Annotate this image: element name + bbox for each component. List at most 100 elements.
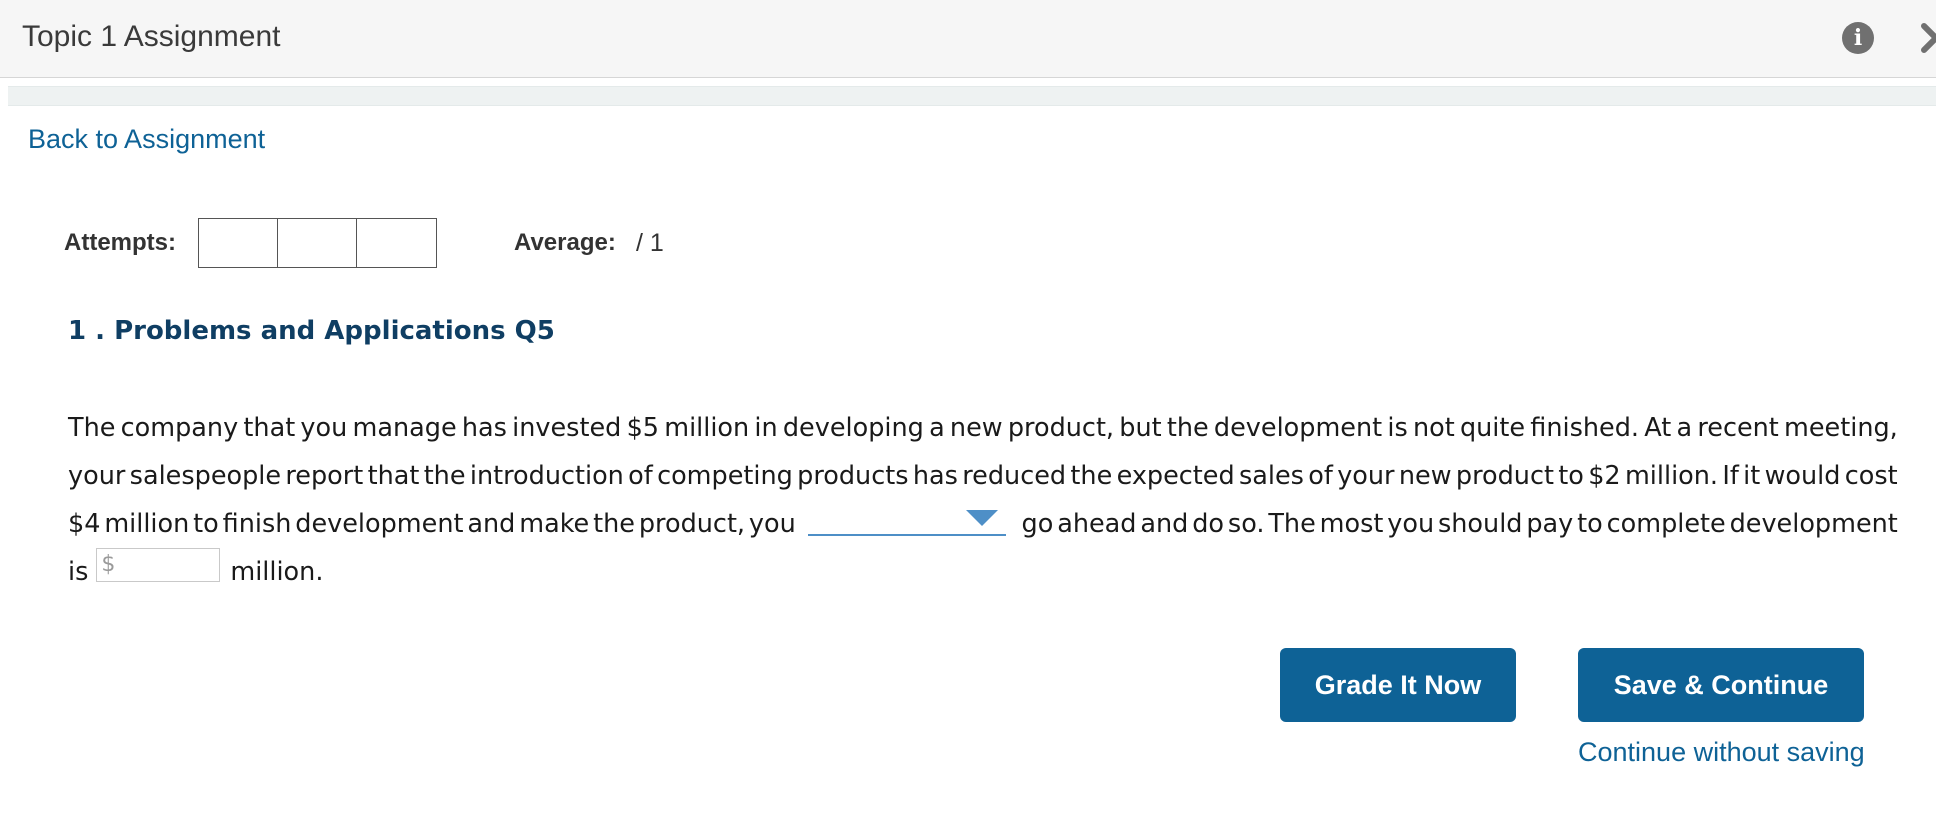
question-word: If [1722, 461, 1739, 491]
question-word: quite [1459, 413, 1526, 443]
question-word: so. [1227, 509, 1265, 539]
question-word: would [1764, 461, 1841, 491]
question-word: salespeople [129, 461, 282, 491]
question-word: product, [638, 509, 746, 539]
question-word: $5 [626, 413, 660, 443]
question-word: product [1455, 461, 1554, 491]
answer-dropdown[interactable] [807, 500, 1006, 536]
question-line-3: $4 million to finish development and make the pr… [68, 500, 1898, 548]
question-word: reduced [962, 461, 1067, 491]
question-word: should [1437, 509, 1523, 539]
money-input[interactable]: $ [96, 548, 221, 582]
question-title: 1 . Problems and Applications Q5 [68, 316, 555, 346]
question-word: development [295, 509, 464, 539]
average-value: / 1 [636, 229, 664, 257]
average-label: Average: [514, 229, 616, 256]
window-title: Topic 1 Assignment [22, 20, 281, 53]
save-and-continue-button[interactable]: Save & Continue [1578, 648, 1864, 722]
question-word: and [1140, 509, 1189, 539]
question-word: that [243, 413, 296, 443]
question-word: development [1729, 509, 1898, 539]
question-word: At [1644, 413, 1672, 443]
attempt-boxes [198, 218, 437, 268]
question-word: the [423, 461, 466, 491]
question-text-segment: is [68, 557, 89, 587]
question-word: the [593, 509, 635, 539]
close-icon[interactable] [1918, 20, 1936, 56]
question-word: make [519, 509, 590, 539]
question-word: invested [512, 413, 622, 443]
question-word: your [1337, 461, 1395, 491]
question-word: meeting, [1784, 413, 1898, 443]
question-word: has [912, 461, 958, 491]
question-word: finished. [1530, 413, 1640, 443]
question-word: a [929, 413, 945, 443]
question-word: not [1412, 413, 1455, 443]
question-word: products [797, 461, 909, 491]
question-word: in [754, 413, 778, 443]
question-text: The company that you manage has invested $5 mill… [68, 404, 1898, 596]
question-word: and [467, 509, 516, 539]
question-word: complete [1606, 509, 1726, 539]
question-word: million. [1624, 461, 1719, 491]
close-glyph [1921, 23, 1936, 53]
attempt-box [278, 219, 357, 267]
grade-it-now-button[interactable]: Grade It Now [1280, 648, 1516, 722]
question-word: $2 [1588, 461, 1621, 491]
question-word: expected [1116, 461, 1235, 491]
question-word: pay [1526, 509, 1574, 539]
question-word: but [1119, 413, 1162, 443]
progress-band [8, 86, 1936, 106]
question-word: most [1319, 509, 1384, 539]
attempt-box [199, 219, 278, 267]
question-word: company [120, 413, 239, 443]
question-line-4: is $ million. [68, 548, 1898, 596]
question-word: million [664, 413, 750, 443]
question-word: to [1577, 509, 1603, 539]
question-word: finish [222, 509, 292, 539]
question-word: competing [657, 461, 793, 491]
caret-down-icon [965, 510, 998, 526]
question-word: your [68, 461, 126, 491]
question-word: has [461, 413, 507, 443]
question-word: product, [1007, 413, 1115, 443]
title-bar: Topic 1 Assignment i [0, 0, 1936, 78]
question-word: million [104, 509, 190, 539]
question-word: the [1070, 461, 1113, 491]
question-word: a [1676, 413, 1693, 443]
question-word: you [748, 509, 796, 539]
question-word: you [300, 413, 348, 443]
question-word: of [628, 461, 653, 491]
attempt-box [357, 219, 436, 267]
question-word: ahead [1057, 509, 1137, 539]
question-word: go [1021, 509, 1054, 539]
question-word: of [1308, 461, 1333, 491]
question-word: cost [1844, 461, 1898, 491]
question-word: the [1166, 413, 1209, 443]
question-word: new [949, 413, 1003, 443]
attempts-label: Attempts: [64, 229, 176, 256]
question-word: The [1268, 509, 1316, 539]
question-word: recent [1697, 413, 1779, 443]
info-glyph: i [1853, 25, 1863, 51]
back-to-assignment-link[interactable]: Back to Assignment [28, 124, 265, 155]
question-word: sales [1239, 461, 1304, 491]
question-word: manage [352, 413, 457, 443]
currency-symbol: $ [101, 552, 116, 577]
question-word: do [1192, 509, 1225, 539]
question-word: new [1398, 461, 1452, 491]
question-word: it [1743, 461, 1761, 491]
question-word: to [1558, 461, 1584, 491]
question-word: report [285, 461, 364, 491]
million-amount-input[interactable] [115, 549, 220, 581]
question-word: The [68, 413, 116, 443]
question-word: you [1387, 509, 1435, 539]
question-word: that [367, 461, 420, 491]
question-word: development [1213, 413, 1383, 443]
question-word: to [193, 509, 219, 539]
continue-without-saving-link[interactable]: Continue without saving [1578, 737, 1865, 768]
info-icon[interactable]: i [1842, 22, 1874, 54]
question-word: is [1387, 413, 1408, 443]
question-line-1: The company that you manage has invested $5 mill… [68, 404, 1898, 452]
question-word: introduction [469, 461, 624, 491]
